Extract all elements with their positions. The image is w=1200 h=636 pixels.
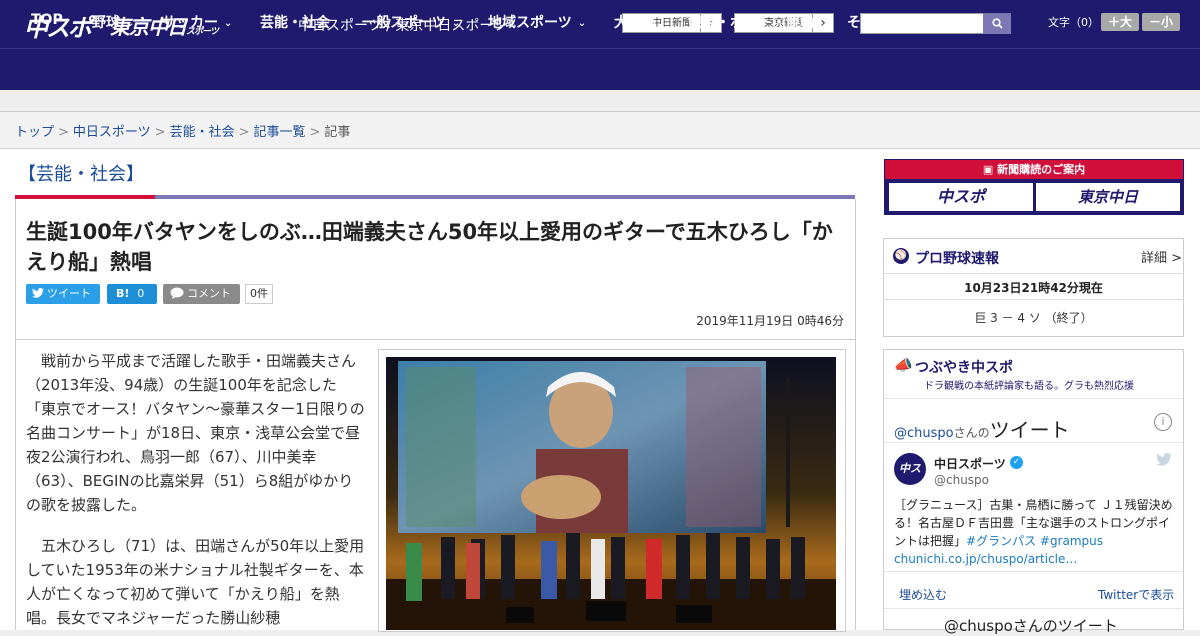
nav-general-sports[interactable]: 一般スポーツ ⌄ [362,12,460,32]
nav-soccer[interactable]: サッカー ⌄ [162,12,232,32]
nav-top[interactable]: TOP [31,12,63,28]
article-paragraph: 五木ひろし（71）は、田端さんが50年以上愛用していた1953年の米ナショナル社… [26,537,365,627]
nav-label: 大相撲 [614,15,656,31]
breadcrumb-separator: > [238,125,250,140]
tweets-subtitle: ドラ観戦の本紙評論家も語る。グラも熱烈応援 [924,381,1134,392]
twitter-bird-icon [32,288,44,298]
article-headline: 生誕100年バタヤンをしのぶ…田端義夫さん50年以上愛用のギターで五木ひろし「か… [26,220,833,274]
divider [884,442,1183,443]
nav-sumo[interactable]: 大相撲 [614,12,656,32]
subscribe-banner[interactable]: ▣ 新聞購読のご案内 中スポ 東京中日 [884,159,1184,215]
nav-label: 野球 [92,15,120,31]
tweets-handle-link[interactable]: @chuspo [894,426,954,441]
chevron-down-icon: ⌄ [451,18,461,29]
font-smaller-button[interactable]: －小 [1142,13,1180,31]
comment-count: 0件 [245,284,273,304]
speech-bubble-icon [170,287,184,299]
chevron-down-icon: ⌄ [577,18,587,29]
verified-badge-icon: ✓ [1010,456,1023,469]
megaphone-icon: 📣 [894,356,913,374]
tweet-share-button[interactable]: ツイート [26,284,100,304]
article-photo[interactable] [386,357,836,630]
subscribe-chuspo-logo[interactable]: 中スポ [889,183,1033,211]
concert-stage-illustration [386,357,836,630]
subscribe-title: ▣ 新聞購読のご案内 [885,160,1183,179]
score-result[interactable]: 巨 3 － 4 ソ （終了） [883,309,1184,326]
nav-label: 一般スポーツ [362,15,446,31]
nav-label: 地域スポーツ [488,15,572,31]
subscribe-tokyo-logo[interactable]: 東京中日 [1036,183,1180,211]
chevron-down-icon: ⌄ [126,18,135,29]
divider [883,273,1184,274]
breadcrumb-article-list[interactable]: 記事一覧 [254,125,306,140]
breadcrumb-separator: > [309,125,321,140]
breadcrumb-top[interactable]: トップ [15,125,54,140]
breadcrumb: トップ > 中日スポーツ > 芸能・社会 > 記事一覧 > 記事 [15,121,350,140]
chevron-right-icon: › [812,14,833,32]
comment-label: コメント [187,287,231,300]
nav-label: その他 [847,15,889,31]
divider [884,398,1183,399]
tweets-handle-heading: @chuspoさんのツイート [894,414,1070,443]
section-label: 【芸能・社会】 [18,164,144,185]
breadcrumb-entertainment[interactable]: 芸能・社会 [170,125,235,140]
tweet-hashtags[interactable]: #グランパス #grampus [966,534,1103,548]
tweet-text: ［グラニュース］古巣・鳥栖に勝って Ｊ１残留決める！名古屋ＤＦ吉田豊「主な選手の… [894,496,1176,568]
tweet-link[interactable]: chunichi.co.jp/chuspo/article… [894,552,1077,566]
article-paragraph: 戦前から平成まで活躍した歌手・田端義夫さん（2013年没、94歳）の生誕100年… [26,352,365,514]
nav-label: TOP [31,12,63,28]
font-size-label: 文字（0） [1048,16,1099,29]
comment-button[interactable]: コメント [163,284,240,304]
subscribe-title-text: 新聞購読のご案内 [997,163,1086,176]
tweet-share-label: ツイート [47,287,91,300]
hatena-icon: B! [116,287,130,300]
embed-link[interactable]: 埋め込む [899,586,947,603]
tweet-author-handle[interactable]: @chuspo [934,473,989,487]
tweets-handle-suffix: さんの [953,426,990,440]
nav-baseball[interactable]: 野球 ⌄ [92,12,134,32]
divider [883,299,1184,300]
breadcrumb-separator: > [154,125,166,140]
tweet-author-name[interactable]: 中日スポーツ [934,455,1006,472]
twitter-bird-icon[interactable] [1156,453,1172,470]
view-on-twitter-link[interactable]: Twitterで表示 [1098,586,1174,603]
info-icon[interactable]: i [1154,413,1172,431]
main-nav [0,48,1200,90]
nav-racing[interactable]: 競馬・ボート・競輪 [688,12,814,32]
hatena-bookmark-button[interactable]: B! 0 [107,284,157,304]
score-detail-link[interactable]: 詳細 > [1141,247,1182,266]
breadcrumb-separator: > [58,125,69,140]
breadcrumb-current: 記事 [324,125,351,140]
paper-link-label: 中日新聞 [652,18,692,29]
newspaper-icon: ▣ [982,163,998,176]
breadcrumb-bar: トップ > 中日スポーツ > 芸能・社会 > 記事一覧 > 記事 [0,112,1200,149]
tweets-handle-big: ツイート [989,418,1070,442]
article-date: 2019年11月19日 0時46分 [696,314,844,328]
nav-label: 芸能・社会 [260,15,330,31]
font-bigger-button[interactable]: ＋大 [1101,13,1139,31]
score-timestamp: 10月23日21時42分現在 [964,281,1103,295]
avatar[interactable]: 中スポ [894,453,926,507]
search-button[interactable] [983,13,1011,34]
divider [884,608,1183,609]
nav-entertainment[interactable]: 芸能・社会 [260,12,330,32]
divider [884,571,1183,572]
nav-other[interactable]: その他 ⌄ [847,12,903,32]
hatena-count: 0 [137,287,145,300]
nav-label: 競馬・ボート・競輪 [688,15,814,31]
spacer [0,90,1200,112]
tweets-title: つぶやき中スポ [915,360,1013,376]
baseball-score-title: プロ野球速報 [915,251,999,267]
search-icon [991,18,1003,29]
nav-label: サッカー [162,15,218,31]
chevron-down-icon: ⌄ [224,18,233,29]
tweets-footer-link[interactable]: @chuspoさんのツイート [944,615,1118,636]
breadcrumb-chunichi-sports[interactable]: 中日スポーツ [73,125,151,140]
chevron-down-icon: ⌄ [895,18,904,29]
baseball-icon: ⚾ [893,248,909,264]
nav-local-sports[interactable]: 地域スポーツ ⌄ [488,12,586,32]
